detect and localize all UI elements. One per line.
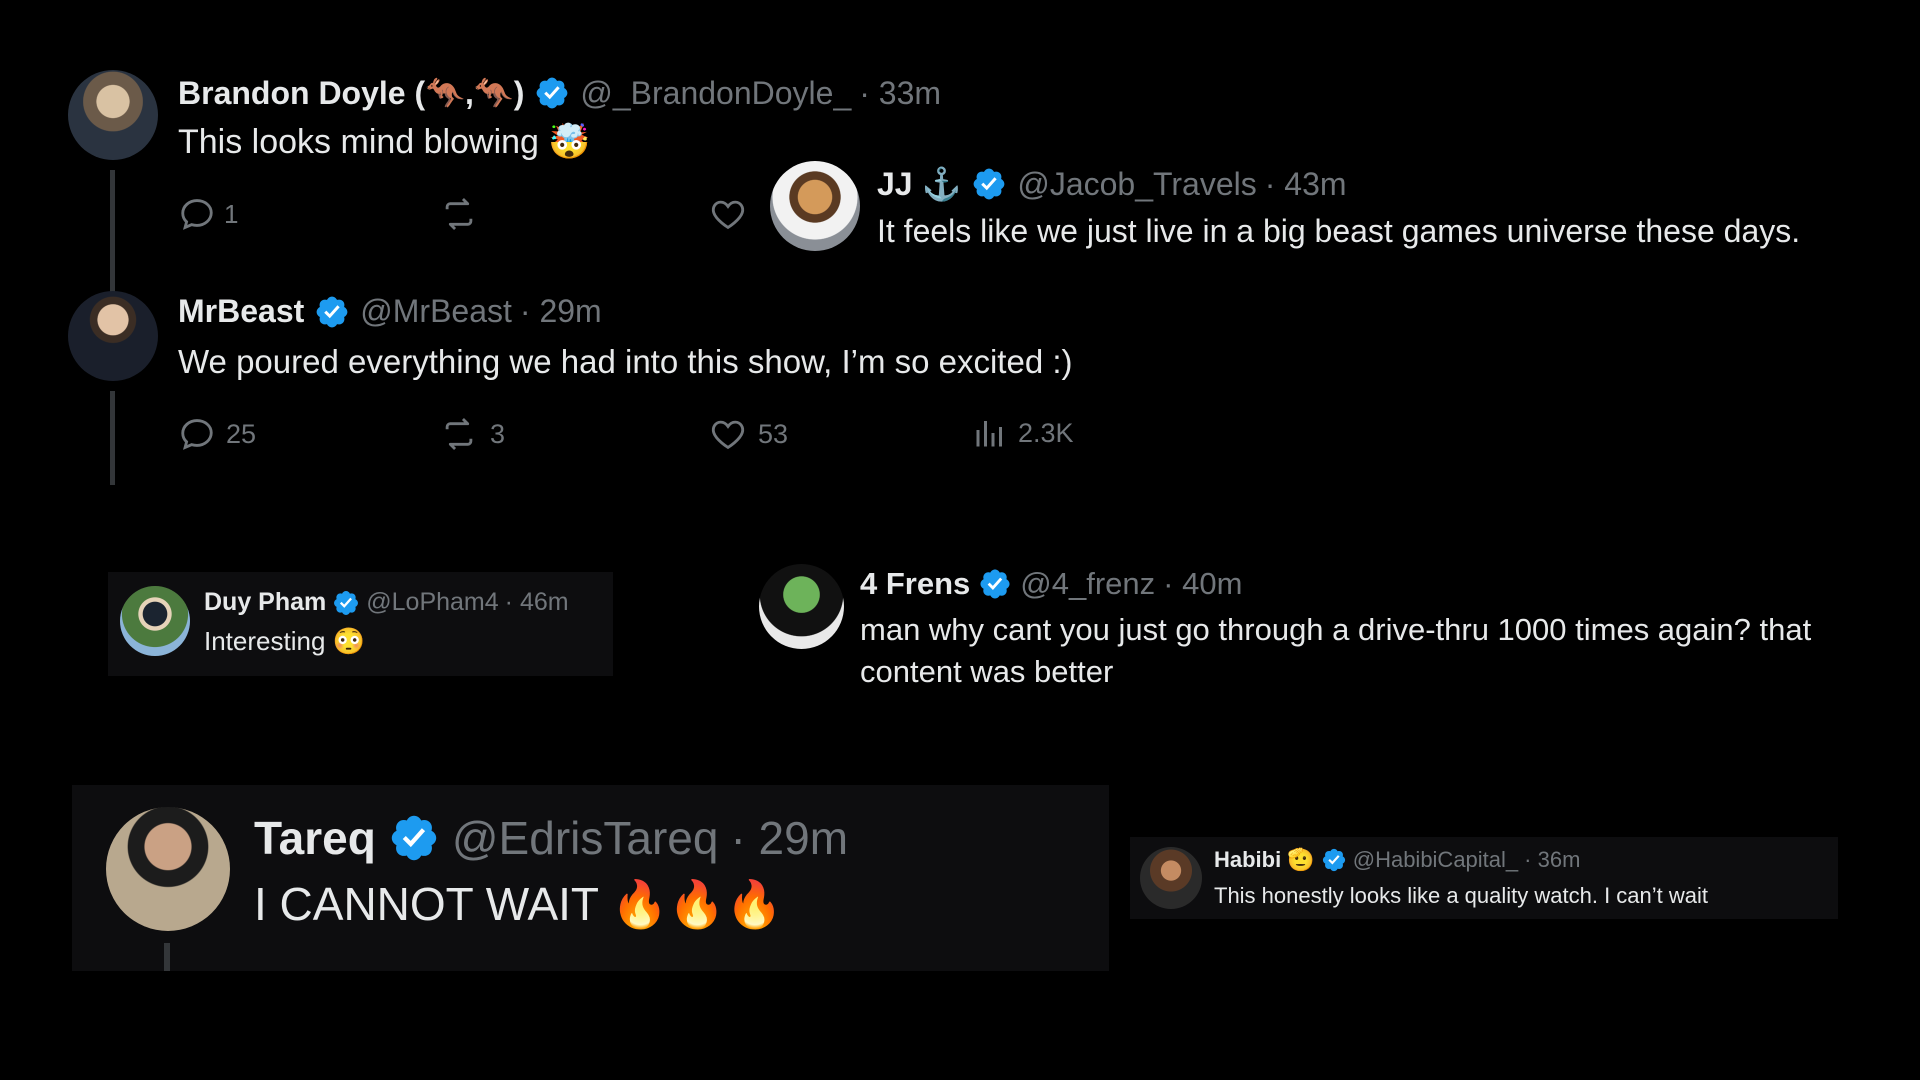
reply-icon <box>178 415 216 453</box>
author-handle[interactable]: @_BrandonDoyle_ <box>580 75 851 112</box>
thread-connector-line <box>110 391 115 485</box>
post-text-row: Interesting 😳 <box>204 626 365 657</box>
post-mrbeast[interactable]: MrBeast @MrBeast · 29m We poured everyth… <box>60 285 1160 485</box>
post-time[interactable]: · 33m <box>859 75 941 112</box>
avatar[interactable] <box>759 564 844 649</box>
post-header: JJ ⚓ @Jacob_Travels · 43m <box>877 165 1347 203</box>
post-duy[interactable]: Duy Pham @LoPham4 · 46m Interesting 😳 <box>108 572 613 676</box>
post-header: Habibi 🫡 @HabibiCapital_ · 36m <box>1214 847 1580 873</box>
repost-button[interactable]: 3 <box>438 415 505 453</box>
verified-badge-icon <box>314 294 350 330</box>
post-text-row: This looks mind blowing 🤯 <box>178 122 591 162</box>
repost-count: 3 <box>490 418 506 449</box>
verified-badge-icon <box>1321 847 1347 873</box>
reply-count: 25 <box>226 418 257 449</box>
post-text: This looks mind blowing <box>178 123 539 161</box>
post-text-line-2: content was better <box>860 654 1114 689</box>
verified-badge-icon <box>332 589 360 617</box>
verified-badge-icon <box>388 812 440 864</box>
author-name[interactable]: Habibi 🫡 <box>1214 847 1315 873</box>
views-button[interactable]: 2.3K <box>972 415 1074 451</box>
post-time[interactable]: · 29m <box>730 811 848 865</box>
post-text: We poured everything we had into this sh… <box>178 343 1073 380</box>
repost-icon <box>438 415 480 453</box>
repost-button[interactable] <box>438 195 480 233</box>
post-jj[interactable]: JJ ⚓ @Jacob_Travels · 43m It feels like … <box>765 155 1895 265</box>
repost-icon <box>438 195 480 233</box>
post-tareq[interactable]: Tareq @EdrisTareq · 29m I CANNOT WAIT 🔥🔥… <box>72 785 1109 971</box>
post-time[interactable]: · 29m <box>520 293 602 330</box>
fire-emoji-icon: 🔥🔥🔥 <box>610 878 783 930</box>
post-text: Interesting <box>204 626 326 656</box>
post-text: It feels like we just live in a big beas… <box>877 213 1801 249</box>
thread-connector-line <box>164 943 170 971</box>
post-time[interactable]: · 36m <box>1524 847 1580 873</box>
mind-blown-emoji-icon: 🤯 <box>548 123 591 161</box>
heart-icon <box>708 415 748 453</box>
verified-badge-icon <box>978 567 1012 601</box>
flushed-emoji-icon: 😳 <box>332 626 366 656</box>
avatar[interactable] <box>120 586 190 656</box>
post-header: Brandon Doyle (🦘,🦘) @_BrandonDoyle_ · 33… <box>178 74 941 112</box>
reply-icon <box>178 195 216 233</box>
author-handle[interactable]: @HabibiCapital_ <box>1353 847 1518 873</box>
author-handle[interactable]: @LoPham4 <box>366 588 498 617</box>
author-name[interactable]: 4 Frens <box>860 566 970 602</box>
like-count: 53 <box>758 418 789 449</box>
views-icon <box>972 415 1008 451</box>
post-time[interactable]: · 46m <box>505 588 569 617</box>
verified-badge-icon <box>971 166 1007 202</box>
verified-badge-icon <box>534 75 570 111</box>
post-brandon[interactable]: Brandon Doyle (🦘,🦘) @_BrandonDoyle_ · 33… <box>60 60 941 340</box>
like-button[interactable] <box>708 195 748 233</box>
post-header: MrBeast @MrBeast · 29m <box>178 293 602 330</box>
reply-count: 1 <box>224 198 239 229</box>
author-handle[interactable]: @Jacob_Travels <box>1017 166 1256 203</box>
post-header: 4 Frens @4_frenz · 40m <box>860 566 1242 602</box>
post-text: I CANNOT WAIT <box>254 878 599 930</box>
post-header: Tareq @EdrisTareq · 29m <box>254 811 848 865</box>
author-handle[interactable]: @MrBeast <box>360 293 512 330</box>
reply-button[interactable]: 25 <box>178 415 256 453</box>
author-name[interactable]: Duy Pham <box>204 588 326 617</box>
views-count: 2.3K <box>1018 417 1074 448</box>
author-name[interactable]: Brandon Doyle (🦘,🦘) <box>178 74 524 112</box>
author-handle[interactable]: @4_frenz <box>1020 566 1155 602</box>
avatar[interactable] <box>68 70 158 160</box>
post-header: Duy Pham @LoPham4 · 46m <box>204 588 569 617</box>
heart-icon <box>708 195 748 233</box>
reply-button[interactable]: 1 <box>178 195 238 233</box>
post-text-line-1: man why cant you just go through a drive… <box>860 612 1812 647</box>
post-text-row: I CANNOT WAIT 🔥🔥🔥 <box>254 877 783 932</box>
like-button[interactable]: 53 <box>708 415 788 453</box>
avatar[interactable] <box>68 291 158 381</box>
avatar[interactable] <box>106 807 230 931</box>
avatar[interactable] <box>1140 847 1202 909</box>
avatar[interactable] <box>770 161 860 251</box>
post-time[interactable]: · 40m <box>1163 566 1242 602</box>
post-frens[interactable]: 4 Frens @4_frenz · 40m man why cant you … <box>755 560 1900 700</box>
post-time[interactable]: · 43m <box>1265 166 1347 203</box>
post-text: This honestly looks like a quality watch… <box>1214 883 1709 908</box>
author-handle[interactable]: @EdrisTareq <box>452 811 719 865</box>
post-habibi[interactable]: Habibi 🫡 @HabibiCapital_ · 36m This hone… <box>1130 837 1838 919</box>
author-name[interactable]: Tareq <box>254 811 376 865</box>
author-name[interactable]: JJ ⚓ <box>877 165 961 203</box>
author-name[interactable]: MrBeast <box>178 293 304 330</box>
